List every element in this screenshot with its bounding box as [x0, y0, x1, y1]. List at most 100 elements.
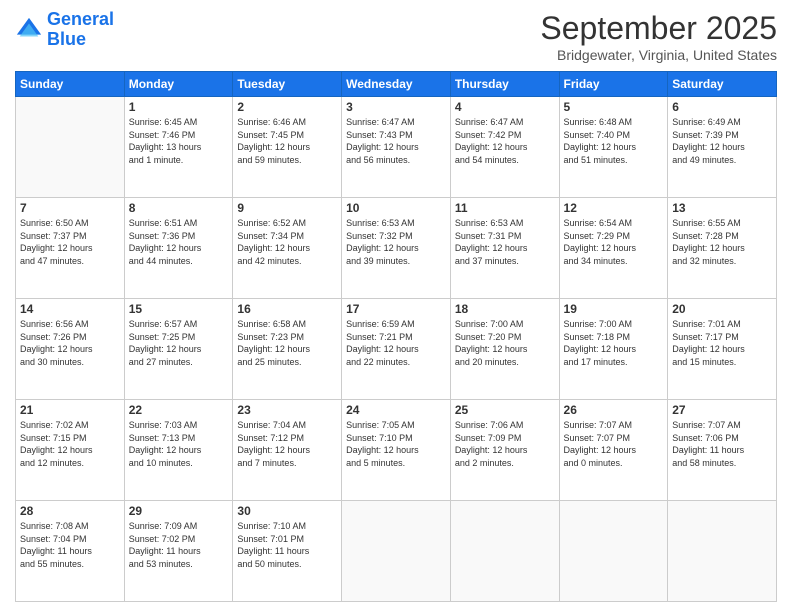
calendar-cell: 16 Sunrise: 6:58 AM Sunset: 7:23 PM Dayli…: [233, 299, 342, 400]
day-info: Sunrise: 6:45 AM Sunset: 7:46 PM Dayligh…: [129, 116, 229, 166]
day-number: 15: [129, 302, 229, 316]
day-number: 4: [455, 100, 555, 114]
day-info: Sunrise: 6:50 AM Sunset: 7:37 PM Dayligh…: [20, 217, 120, 267]
logo-text: General Blue: [47, 10, 114, 50]
calendar-cell: 17 Sunrise: 6:59 AM Sunset: 7:21 PM Dayli…: [342, 299, 451, 400]
week-row-2: 7 Sunrise: 6:50 AM Sunset: 7:37 PM Daylig…: [16, 198, 777, 299]
calendar-day-header-monday: Monday: [124, 72, 233, 97]
calendar-cell: 13 Sunrise: 6:55 AM Sunset: 7:28 PM Dayli…: [668, 198, 777, 299]
day-info: Sunrise: 7:10 AM Sunset: 7:01 PM Dayligh…: [237, 520, 337, 570]
day-info: Sunrise: 6:53 AM Sunset: 7:31 PM Dayligh…: [455, 217, 555, 267]
calendar-cell: [16, 97, 125, 198]
day-number: 16: [237, 302, 337, 316]
day-info: Sunrise: 6:55 AM Sunset: 7:28 PM Dayligh…: [672, 217, 772, 267]
calendar-cell: 24 Sunrise: 7:05 AM Sunset: 7:10 PM Dayli…: [342, 400, 451, 501]
location: Bridgewater, Virginia, United States: [540, 47, 777, 63]
page: General Blue September 2025 Bridgewater,…: [0, 0, 792, 612]
day-number: 8: [129, 201, 229, 215]
day-info: Sunrise: 6:57 AM Sunset: 7:25 PM Dayligh…: [129, 318, 229, 368]
day-number: 23: [237, 403, 337, 417]
day-number: 12: [564, 201, 664, 215]
day-number: 29: [129, 504, 229, 518]
day-number: 22: [129, 403, 229, 417]
calendar-cell: 30 Sunrise: 7:10 AM Sunset: 7:01 PM Dayli…: [233, 501, 342, 602]
calendar-cell: 21 Sunrise: 7:02 AM Sunset: 7:15 PM Dayli…: [16, 400, 125, 501]
day-info: Sunrise: 7:03 AM Sunset: 7:13 PM Dayligh…: [129, 419, 229, 469]
calendar-day-header-sunday: Sunday: [16, 72, 125, 97]
day-number: 3: [346, 100, 446, 114]
day-info: Sunrise: 6:54 AM Sunset: 7:29 PM Dayligh…: [564, 217, 664, 267]
week-row-3: 14Sunrise: 6:56 AM Sunset: 7:26 PM Dayli…: [16, 299, 777, 400]
week-row-4: 21 Sunrise: 7:02 AM Sunset: 7:15 PM Dayli…: [16, 400, 777, 501]
day-info: Sunrise: 7:08 AM Sunset: 7:04 PM Dayligh…: [20, 520, 120, 570]
day-info: Sunrise: 6:47 AM Sunset: 7:43 PM Dayligh…: [346, 116, 446, 166]
day-info: Sunrise: 7:00 AM Sunset: 7:18 PM Dayligh…: [564, 318, 664, 368]
header: General Blue September 2025 Bridgewater,…: [15, 10, 777, 63]
day-number: 13: [672, 201, 772, 215]
calendar-cell: 11 Sunrise: 6:53 AM Sunset: 7:31 PM Dayli…: [450, 198, 559, 299]
calendar-day-header-thursday: Thursday: [450, 72, 559, 97]
logo-icon: [15, 16, 43, 44]
calendar-cell: [342, 501, 451, 602]
calendar-cell: 23 Sunrise: 7:04 AM Sunset: 7:12 PM Dayli…: [233, 400, 342, 501]
calendar-cell: 9 Sunrise: 6:52 AM Sunset: 7:34 PM Daylig…: [233, 198, 342, 299]
day-number: 26: [564, 403, 664, 417]
day-info: Sunrise: 7:09 AM Sunset: 7:02 PM Dayligh…: [129, 520, 229, 570]
day-info: Sunrise: 7:07 AM Sunset: 7:07 PM Dayligh…: [564, 419, 664, 469]
day-number: 21: [20, 403, 120, 417]
logo: General Blue: [15, 10, 114, 50]
day-number: 24: [346, 403, 446, 417]
calendar-cell: 20 Sunrise: 7:01 AM Sunset: 7:17 PM Dayli…: [668, 299, 777, 400]
calendar-cell: 18 Sunrise: 7:00 AM Sunset: 7:20 PM Dayli…: [450, 299, 559, 400]
day-info: Sunrise: 7:05 AM Sunset: 7:10 PM Dayligh…: [346, 419, 446, 469]
day-number: 25: [455, 403, 555, 417]
logo-name-part1: General: [47, 9, 114, 29]
calendar-day-header-tuesday: Tuesday: [233, 72, 342, 97]
calendar-cell: 7 Sunrise: 6:50 AM Sunset: 7:37 PM Daylig…: [16, 198, 125, 299]
day-number: 18: [455, 302, 555, 316]
logo-name-part2: Blue: [47, 29, 86, 49]
day-info: Sunrise: 7:07 AM Sunset: 7:06 PM Dayligh…: [672, 419, 772, 469]
day-number: 1: [129, 100, 229, 114]
calendar-cell: [559, 501, 668, 602]
day-number: 11: [455, 201, 555, 215]
day-info: Sunrise: 7:04 AM Sunset: 7:12 PM Dayligh…: [237, 419, 337, 469]
day-info: Sunrise: 7:02 AM Sunset: 7:15 PM Dayligh…: [20, 419, 120, 469]
day-info: Sunrise: 6:58 AM Sunset: 7:23 PM Dayligh…: [237, 318, 337, 368]
week-row-5: 28Sunrise: 7:08 AM Sunset: 7:04 PM Dayli…: [16, 501, 777, 602]
calendar-cell: [450, 501, 559, 602]
calendar-cell: 5Sunrise: 6:48 AM Sunset: 7:40 PM Daylig…: [559, 97, 668, 198]
calendar-cell: 12 Sunrise: 6:54 AM Sunset: 7:29 PM Dayli…: [559, 198, 668, 299]
day-info: Sunrise: 6:53 AM Sunset: 7:32 PM Dayligh…: [346, 217, 446, 267]
day-number: 17: [346, 302, 446, 316]
calendar-cell: 4Sunrise: 6:47 AM Sunset: 7:42 PM Daylig…: [450, 97, 559, 198]
calendar-cell: 25 Sunrise: 7:06 AM Sunset: 7:09 PM Dayli…: [450, 400, 559, 501]
week-row-1: 1 Sunrise: 6:45 AM Sunset: 7:46 PM Daylig…: [16, 97, 777, 198]
calendar-cell: [668, 501, 777, 602]
calendar-cell: 2Sunrise: 6:46 AM Sunset: 7:45 PM Daylig…: [233, 97, 342, 198]
calendar-day-header-saturday: Saturday: [668, 72, 777, 97]
day-number: 30: [237, 504, 337, 518]
calendar-day-header-wednesday: Wednesday: [342, 72, 451, 97]
calendar-cell: 3 Sunrise: 6:47 AM Sunset: 7:43 PM Daylig…: [342, 97, 451, 198]
calendar-cell: 29 Sunrise: 7:09 AM Sunset: 7:02 PM Dayli…: [124, 501, 233, 602]
title-section: September 2025 Bridgewater, Virginia, Un…: [540, 10, 777, 63]
calendar-cell: 6Sunrise: 6:49 AM Sunset: 7:39 PM Daylig…: [668, 97, 777, 198]
day-info: Sunrise: 7:00 AM Sunset: 7:20 PM Dayligh…: [455, 318, 555, 368]
day-info: Sunrise: 7:01 AM Sunset: 7:17 PM Dayligh…: [672, 318, 772, 368]
day-number: 9: [237, 201, 337, 215]
day-info: Sunrise: 6:46 AM Sunset: 7:45 PM Dayligh…: [237, 116, 337, 166]
day-number: 20: [672, 302, 772, 316]
calendar-day-header-friday: Friday: [559, 72, 668, 97]
calendar-cell: 19Sunrise: 7:00 AM Sunset: 7:18 PM Dayli…: [559, 299, 668, 400]
day-info: Sunrise: 6:56 AM Sunset: 7:26 PM Dayligh…: [20, 318, 120, 368]
day-info: Sunrise: 6:51 AM Sunset: 7:36 PM Dayligh…: [129, 217, 229, 267]
day-info: Sunrise: 6:49 AM Sunset: 7:39 PM Dayligh…: [672, 116, 772, 166]
calendar-cell: 22 Sunrise: 7:03 AM Sunset: 7:13 PM Dayli…: [124, 400, 233, 501]
day-info: Sunrise: 6:59 AM Sunset: 7:21 PM Dayligh…: [346, 318, 446, 368]
calendar-cell: 15 Sunrise: 6:57 AM Sunset: 7:25 PM Dayli…: [124, 299, 233, 400]
day-number: 5: [564, 100, 664, 114]
day-number: 7: [20, 201, 120, 215]
day-info: Sunrise: 6:52 AM Sunset: 7:34 PM Dayligh…: [237, 217, 337, 267]
day-info: Sunrise: 7:06 AM Sunset: 7:09 PM Dayligh…: [455, 419, 555, 469]
